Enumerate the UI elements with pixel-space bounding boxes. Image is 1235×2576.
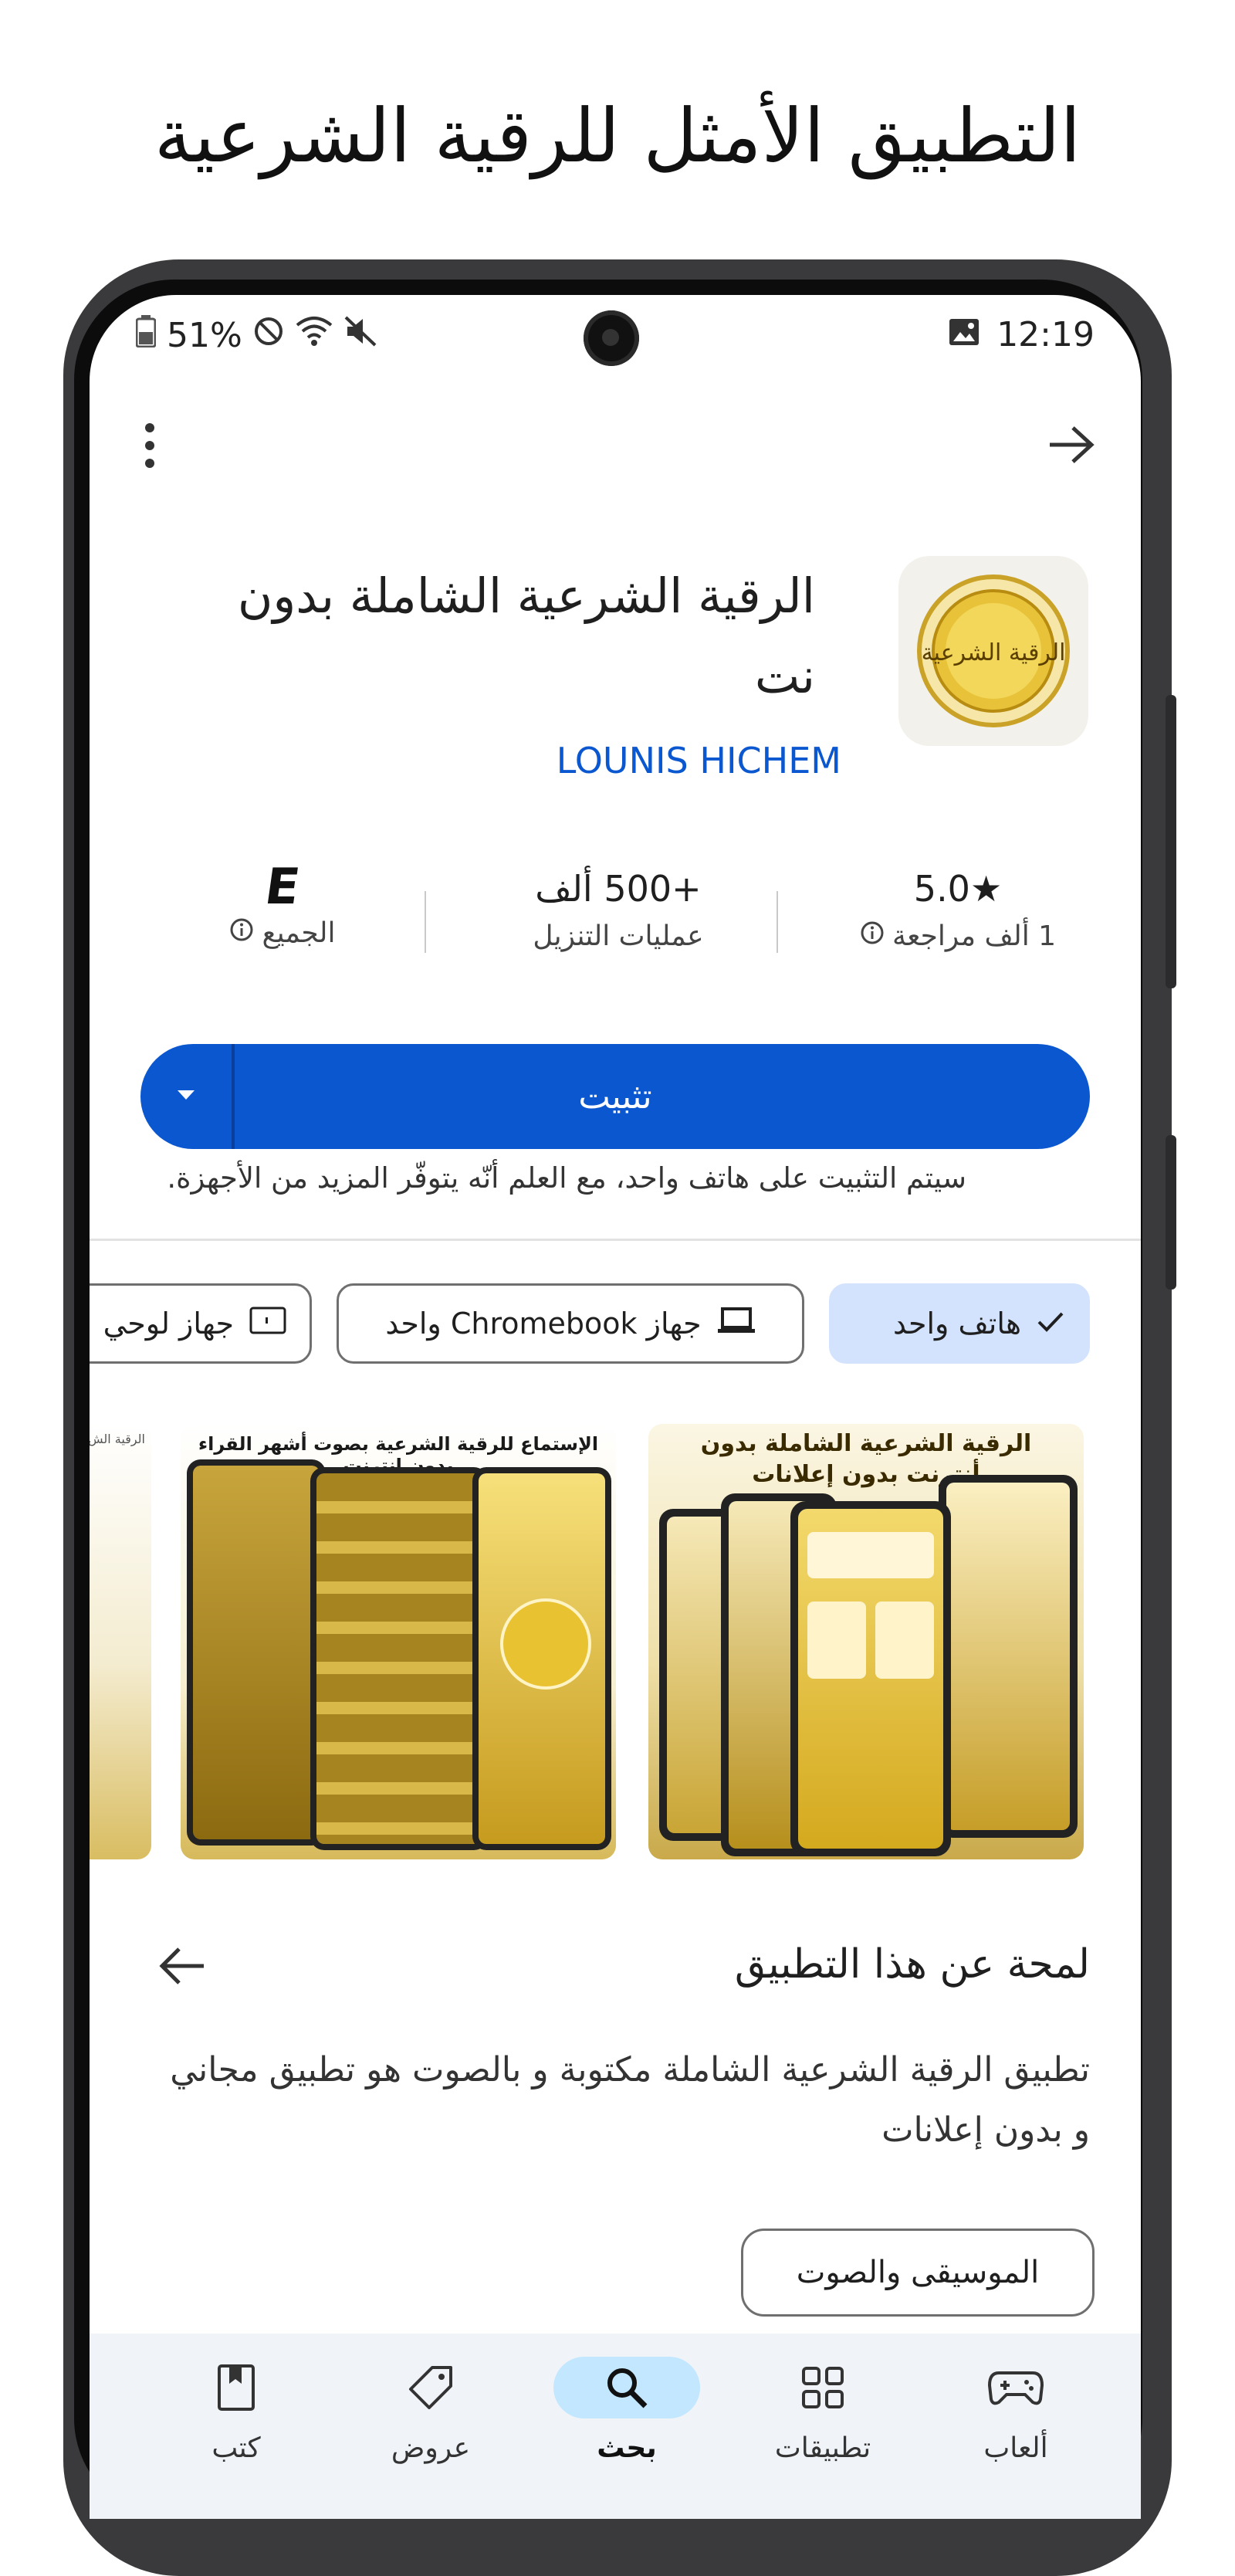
rating-value: 5.0★ [913,868,1003,910]
search-icon [553,2357,700,2418]
category-label: الموسيقى والصوت [796,2255,1040,2290]
nav-search-label: بحث [597,2432,657,2464]
content-rating-stat: E الجميع [167,859,398,949]
stats-divider [777,891,778,953]
nav-games[interactable]: ألعاب [931,2357,1101,2464]
downloads-value: +500 ألف [535,868,702,910]
info-icon[interactable] [229,917,254,949]
install-button[interactable]: تثبيت [140,1044,1090,1149]
chip-phone[interactable]: هاتف واحد [829,1283,1090,1364]
phone-screen: 51% 12:19 الرقية الشرعية الرقية الشرعية … [90,295,1141,2519]
clock: 12:19 [996,315,1095,354]
section-divider [90,1239,1141,1241]
install-split-divider [232,1044,235,1149]
downloads-stat: +500 ألف عمليات التنزيل [491,868,746,952]
tag-icon [357,2357,504,2418]
screenshot-2-phone-list-2 [310,1467,488,1850]
mute-icon [344,316,378,355]
promo-title: التطبيق الأمثل للرقية الشرعية [154,93,1081,179]
nav-books-label: كتب [211,2432,261,2464]
battery-icon [135,315,157,356]
front-camera [584,310,639,366]
status-left: 51% [135,315,378,356]
screenshot-3[interactable]: الرقية الش [90,1424,151,1859]
screenshot-2[interactable]: الإستماع للرقية الشرعية بصوت أشهر القراء… [181,1424,616,1859]
rating-stat: 5.0★ 1 ألف مراجعة [831,868,1085,952]
install-dropdown-button[interactable] [140,1044,232,1149]
chip-chromebook-label: جهاز Chromebook واحد [385,1307,702,1341]
category-chip[interactable]: الموسيقى والصوت [741,2229,1095,2317]
screenshot-1[interactable]: الرقية الشرعية الشاملة بدون أنترنت بدون … [648,1424,1084,1859]
app-icon-text: الرقية الشرعية [922,639,1066,666]
about-description: تطبيق الرقية الشرعية الشاملة مكتوبة و با… [170,2050,1090,2150]
install-label: تثبيت [578,1076,652,1117]
apps-grid-icon [749,2357,896,2418]
bookmark-book-icon [163,2357,310,2418]
battery-percent: 51% [167,316,242,355]
chip-tablet-label: جهاز لوحي [103,1307,234,1341]
about-title: لمحة عن هذا التطبيق [734,1941,1090,1988]
status-right: 12:19 [949,315,1095,354]
wifi-icon [295,316,333,355]
nav-books[interactable]: كتب [151,2357,321,2464]
screenshot-3-caption: الرقية الش [90,1432,145,1446]
about-arrow-icon[interactable] [156,1944,207,1988]
chip-chromebook[interactable]: جهاز Chromebook واحد [337,1283,804,1364]
nav-apps-label: تطبيقات [774,2432,871,2464]
dnd-icon [253,316,284,355]
gamepad-icon [942,2357,1089,2418]
content-rating-badge: E [261,859,304,916]
bottom-navigation: ألعاب تطبيقات بحث عروض كتب [90,2334,1141,2519]
more-options-icon[interactable] [136,419,164,473]
app-icon: الرقية الشرعية [898,556,1088,746]
nav-apps[interactable]: تطبيقات [738,2357,908,2464]
power-button [1166,1135,1176,1290]
nav-offers[interactable]: عروض [346,2357,516,2464]
screenshot-1-phone [790,1501,951,1856]
install-note: سيتم التثبيت على هاتف واحد، مع العلم أنّ… [167,1161,966,1195]
app-title: الرقية الشرعية الشاملة بدون نت [237,568,815,704]
nav-offers-label: عروض [391,2432,471,2464]
rating-label: 1 ألف مراجعة [892,920,1057,952]
stats-divider [425,891,426,953]
check-icon [1037,1307,1064,1341]
downloads-label: عمليات التنزيل [533,920,704,952]
back-arrow-icon[interactable] [1047,423,1096,466]
developer-link[interactable]: LOUNIS HICHEM [557,740,841,781]
content-rating-label: الجميع [262,917,336,949]
gallery-icon [949,315,980,354]
chip-tablet[interactable]: جهاز لوحي [90,1283,312,1364]
screenshot-2-phone-list [187,1459,326,1846]
tablet-icon [249,1307,286,1341]
info-icon[interactable] [860,920,885,952]
nav-games-label: ألعاب [983,2432,1048,2464]
laptop-icon [717,1307,756,1341]
chip-phone-label: هاتف واحد [893,1307,1021,1341]
nav-search[interactable]: بحث [542,2357,712,2464]
volume-button [1166,695,1176,988]
screenshot-2-phone-player [472,1467,611,1850]
caret-down-icon [174,1087,198,1106]
